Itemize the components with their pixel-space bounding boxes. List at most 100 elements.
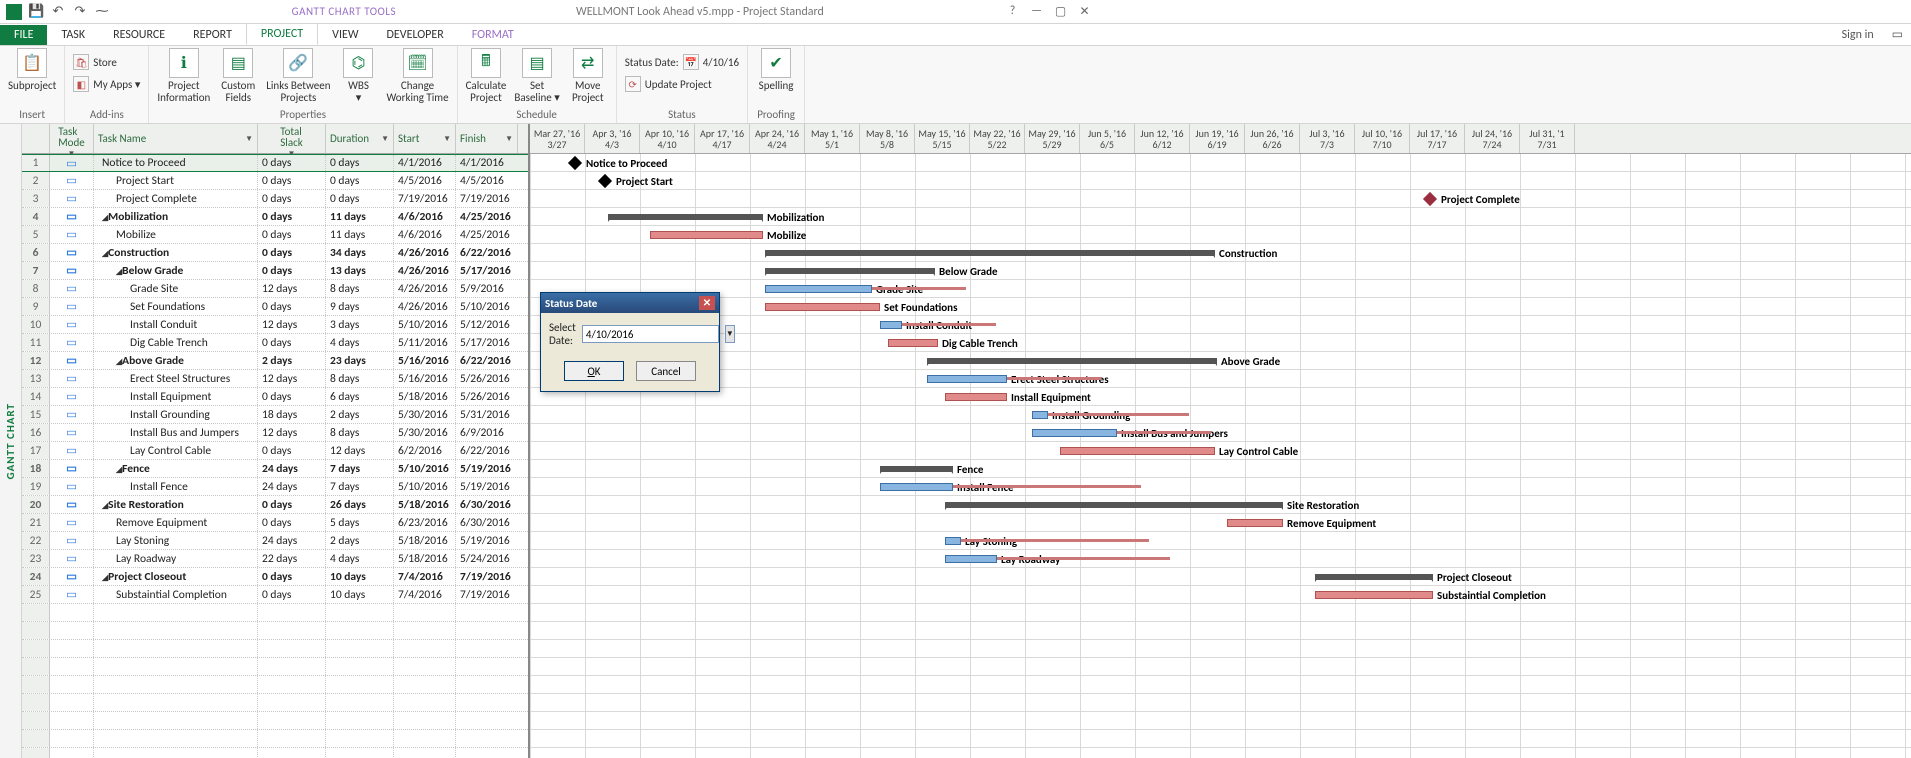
gantt-item[interactable]: Set Foundations [765,298,957,316]
task-name-cell[interactable]: Set Foundations [94,298,258,315]
start-cell[interactable]: 6/2/2016 [394,442,456,459]
task-mode-icon[interactable]: ▭ [50,226,94,243]
slack-cell[interactable]: 12 days [258,424,326,441]
row-number[interactable]: 17 [22,442,50,459]
task-mode-icon[interactable]: ▭ [50,370,94,387]
table-row[interactable]: 9▭Set Foundations0 days9 days4/26/20165/… [22,298,528,316]
finish-cell[interactable]: 5/26/2016 [456,370,518,387]
row-number[interactable]: 2 [22,172,50,189]
table-row[interactable]: 12▭Above Grade2 days23 days5/16/20166/22… [22,352,528,370]
table-row[interactable]: 13▭Erect Steel Structures12 days8 days5/… [22,370,528,388]
task-mode-icon[interactable]: ▭ [50,442,94,459]
row-number[interactable]: 8 [22,280,50,297]
finish-cell[interactable]: 6/30/2016 [456,496,518,513]
duration-cell[interactable]: 11 days [326,226,394,243]
row-number[interactable]: 4 [22,208,50,225]
start-cell[interactable]: 4/1/2016 [394,155,456,171]
start-cell[interactable]: 7/4/2016 [394,586,456,603]
gantt-item[interactable]: Substaintial Completion [1315,586,1546,604]
task-name-cell[interactable]: Lay Roadway [94,550,258,567]
task-mode-icon[interactable]: ▭ [50,568,94,585]
move-project-button[interactable]: ⇄Move Project [568,48,608,103]
links-button[interactable]: 🔗Links Between Projects [266,48,330,103]
finish-cell[interactable]: 4/25/2016 [456,208,518,225]
finish-cell[interactable]: 5/24/2016 [456,550,518,567]
start-cell[interactable]: 4/5/2016 [394,172,456,189]
task-mode-icon[interactable]: ▭ [50,514,94,531]
task-mode-icon[interactable]: ▭ [50,244,94,261]
duration-cell[interactable]: 5 days [326,514,394,531]
task-name-cell[interactable]: Mobilization [94,208,258,225]
slack-cell[interactable]: 0 days [258,244,326,261]
task-name-cell[interactable]: Substaintial Completion [94,586,258,603]
table-row[interactable]: 23▭Lay Roadway22 days4 days5/18/20165/24… [22,550,528,568]
slack-cell[interactable]: 12 days [258,280,326,297]
start-cell[interactable]: 5/10/2016 [394,316,456,333]
task-mode-icon[interactable]: ▭ [50,172,94,189]
slack-cell[interactable]: 24 days [258,460,326,477]
task-name-cell[interactable]: Dig Cable Trench [94,334,258,351]
activity-icon[interactable]: ⁓ [94,4,110,19]
finish-cell[interactable]: 7/19/2016 [456,568,518,585]
duration-cell[interactable]: 4 days [326,334,394,351]
finish-cell[interactable]: 4/1/2016 [456,155,518,171]
finish-cell[interactable]: 5/17/2016 [456,334,518,351]
table-row[interactable]: 21▭Remove Equipment0 days5 days6/23/2016… [22,514,528,532]
task-mode-icon[interactable]: ▭ [50,478,94,495]
start-cell[interactable]: 5/18/2016 [394,388,456,405]
working-time-button[interactable]: 🗓Change Working Time [386,48,448,103]
finish-cell[interactable]: 5/9/2016 [456,280,518,297]
date-dropdown-icon[interactable]: ▼ [725,325,735,343]
task-name-cell[interactable]: Install Fence [94,478,258,495]
sign-in-icon[interactable]: ▭ [1884,24,1911,45]
slack-cell[interactable]: 0 days [258,514,326,531]
gantt-item[interactable]: Project Closeout [1315,568,1512,586]
table-row[interactable]: 4▭Mobilization0 days11 days4/6/20164/25/… [22,208,528,226]
store-button[interactable]: 🛍Store [73,54,117,70]
finish-cell[interactable]: 5/12/2016 [456,316,518,333]
slack-cell[interactable]: 22 days [258,550,326,567]
tab-view[interactable]: VIEW [318,25,372,45]
start-cell[interactable]: 5/18/2016 [394,550,456,567]
row-number[interactable]: 9 [22,298,50,315]
view-caption[interactable]: GANTT CHART [0,124,22,758]
slack-cell[interactable]: 0 days [258,208,326,225]
slack-cell[interactable]: 0 days [258,190,326,207]
task-mode-icon[interactable]: ▭ [50,496,94,513]
duration-cell[interactable]: 7 days [326,478,394,495]
slack-cell[interactable]: 2 days [258,352,326,369]
task-name-cell[interactable]: Below Grade [94,262,258,279]
table-row[interactable]: 8▭Grade Site12 days8 days4/26/20165/9/20… [22,280,528,298]
custom-fields-button[interactable]: ▤Custom Fields [218,48,258,103]
start-cell[interactable]: 7/4/2016 [394,568,456,585]
task-mode-icon[interactable]: ▭ [50,280,94,297]
col-start[interactable]: Start▼ [394,124,456,153]
gantt-item[interactable]: Fence [880,460,983,478]
duration-cell[interactable]: 0 days [326,172,394,189]
slack-cell[interactable]: 12 days [258,370,326,387]
row-number[interactable]: 20 [22,496,50,513]
undo-icon[interactable]: ↶ [50,4,66,19]
slack-cell[interactable]: 0 days [258,586,326,603]
table-row[interactable]: 17▭Lay Control Cable0 days12 days6/2/201… [22,442,528,460]
task-mode-icon[interactable]: ▭ [50,298,94,315]
slack-cell[interactable]: 24 days [258,478,326,495]
row-number[interactable]: 25 [22,586,50,603]
finish-cell[interactable]: 5/19/2016 [456,532,518,549]
row-number[interactable]: 12 [22,352,50,369]
task-name-cell[interactable]: Project Start [94,172,258,189]
close-icon[interactable]: ✕ [1078,4,1092,19]
table-row[interactable]: 24▭Project Closeout0 days10 days7/4/2016… [22,568,528,586]
row-number[interactable]: 16 [22,424,50,441]
start-cell[interactable]: 4/26/2016 [394,262,456,279]
gantt-item[interactable]: Install Equipment [945,388,1091,406]
slack-cell[interactable]: 12 days [258,316,326,333]
duration-cell[interactable]: 11 days [326,208,394,225]
duration-cell[interactable]: 2 days [326,406,394,423]
gantt-item[interactable]: Mobilization [608,208,824,226]
ok-button[interactable]: OOKK [564,361,624,381]
duration-cell[interactable]: 10 days [326,568,394,585]
table-row[interactable]: 14▭Install Equipment0 days6 days5/18/201… [22,388,528,406]
save-icon[interactable]: 💾 [28,4,44,19]
gantt-item[interactable]: Dig Cable Trench [888,334,1018,352]
